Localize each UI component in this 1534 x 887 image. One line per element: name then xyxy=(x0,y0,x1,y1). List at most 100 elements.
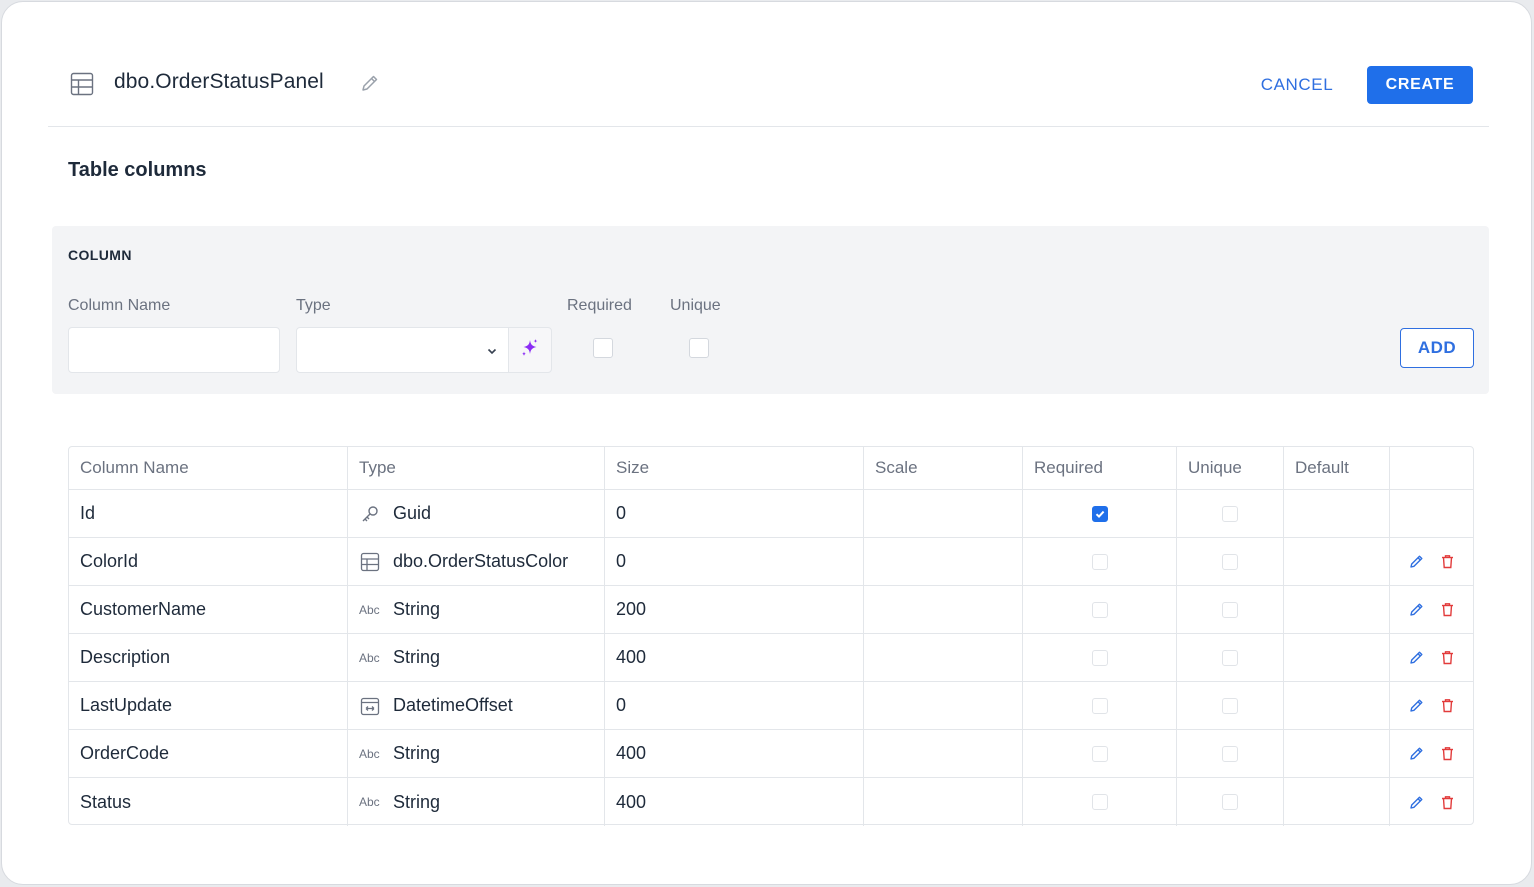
header-column-name[interactable]: Column Name xyxy=(69,447,348,489)
unique-checkbox[interactable] xyxy=(1222,794,1238,810)
header-size[interactable]: Size xyxy=(605,447,864,489)
cell-type-label: dbo.OrderStatusColor xyxy=(393,551,569,571)
unique-label: Unique xyxy=(670,297,721,314)
edit-title-pencil-icon[interactable] xyxy=(360,73,380,93)
header-scale[interactable]: Scale xyxy=(864,447,1023,489)
unique-checkbox[interactable] xyxy=(689,338,709,358)
header-unique[interactable]: Unique xyxy=(1177,447,1284,489)
cell-actions xyxy=(1390,634,1473,681)
cell-size: 400 xyxy=(605,778,864,826)
cell-size: 400 xyxy=(605,634,864,681)
table-row: Id Guid 0 xyxy=(69,490,1473,538)
cell-size: 0 xyxy=(605,682,864,729)
section-title: Table columns xyxy=(68,159,207,181)
cell-required xyxy=(1023,682,1177,729)
cell-default xyxy=(1284,682,1390,729)
column-name-input[interactable] xyxy=(68,327,280,373)
cell-scale xyxy=(864,730,1023,777)
delete-row-trash-icon[interactable] xyxy=(1439,745,1456,762)
delete-row-trash-icon[interactable] xyxy=(1439,601,1456,618)
table-row: LastUpdate DatetimeOffset 0 xyxy=(69,682,1473,730)
unique-checkbox[interactable] xyxy=(1222,745,1238,762)
required-checkbox[interactable] xyxy=(1091,745,1108,762)
cell-required xyxy=(1023,730,1177,777)
cell-type: Abc String xyxy=(348,634,605,681)
cell-actions xyxy=(1390,538,1473,585)
required-checkbox[interactable] xyxy=(593,338,613,358)
abc-icon: Abc xyxy=(359,746,380,761)
cell-column-name: Description xyxy=(69,634,348,681)
cell-type-label: String xyxy=(393,647,441,667)
create-button[interactable]: CREATE xyxy=(1367,66,1473,104)
edit-row-pencil-icon[interactable] xyxy=(1408,745,1425,762)
cell-type-label: DatetimeOffset xyxy=(393,695,513,715)
delete-row-trash-icon[interactable] xyxy=(1439,697,1456,714)
key-icon xyxy=(359,503,381,525)
cell-type: Abc String xyxy=(348,586,605,633)
abc-icon: Abc xyxy=(359,795,380,809)
cell-actions xyxy=(1390,730,1473,777)
cancel-button[interactable]: CANCEL xyxy=(1242,66,1352,104)
edit-row-pencil-icon[interactable] xyxy=(1408,794,1425,811)
unique-checkbox[interactable] xyxy=(1222,649,1238,666)
edit-row-pencil-icon[interactable] xyxy=(1408,601,1425,618)
edit-row-pencil-icon[interactable] xyxy=(1408,649,1425,666)
add-column-button[interactable]: ADD xyxy=(1400,328,1474,368)
table-row: Description Abc String 400 xyxy=(69,634,1473,682)
unique-checkbox[interactable] xyxy=(1222,697,1238,714)
cell-scale xyxy=(864,682,1023,729)
header-default[interactable]: Default xyxy=(1284,447,1390,489)
cell-actions xyxy=(1390,682,1473,729)
unique-checkbox[interactable] xyxy=(1222,505,1238,522)
cell-default xyxy=(1284,730,1390,777)
edit-row-pencil-icon[interactable] xyxy=(1408,553,1425,570)
cell-unique xyxy=(1177,490,1284,537)
table-row: ColorId dbo.OrderStatusColor 0 xyxy=(69,538,1473,586)
header-required[interactable]: Required xyxy=(1023,447,1177,489)
cell-default xyxy=(1284,538,1390,585)
cell-type: Abc String xyxy=(348,778,605,826)
cell-type-label: String xyxy=(393,743,441,763)
cell-type: Guid xyxy=(348,490,605,537)
delete-row-trash-icon[interactable] xyxy=(1439,649,1456,666)
column-form-label: COLUMN xyxy=(68,247,132,263)
cell-type: dbo.OrderStatusColor xyxy=(348,538,605,585)
cell-type: Abc String xyxy=(348,730,605,777)
cell-type-label: String xyxy=(393,791,441,812)
edit-row-pencil-icon[interactable] xyxy=(1408,697,1425,714)
table-row: OrderCode Abc String 400 xyxy=(69,730,1473,778)
cell-unique xyxy=(1177,586,1284,633)
required-checkbox[interactable] xyxy=(1091,601,1108,618)
cell-unique xyxy=(1177,778,1284,826)
cell-column-name: ColorId xyxy=(69,538,348,585)
cell-unique xyxy=(1177,538,1284,585)
ai-suggest-button[interactable] xyxy=(508,327,552,373)
required-checkbox[interactable] xyxy=(1091,553,1108,570)
cell-default xyxy=(1284,586,1390,633)
required-checkbox[interactable] xyxy=(1091,697,1108,714)
cell-size: 400 xyxy=(605,730,864,777)
unique-checkbox[interactable] xyxy=(1222,601,1238,618)
cell-column-name: CustomerName xyxy=(69,586,348,633)
unique-checkbox[interactable] xyxy=(1222,553,1238,570)
cell-required xyxy=(1023,778,1177,826)
cell-type-label: String xyxy=(393,599,441,619)
required-checkbox[interactable] xyxy=(1091,649,1108,666)
cell-scale xyxy=(864,538,1023,585)
cell-required xyxy=(1023,634,1177,681)
cell-unique xyxy=(1177,682,1284,729)
cell-column-name: Status xyxy=(69,778,348,826)
delete-row-trash-icon[interactable] xyxy=(1439,794,1456,811)
header-actions xyxy=(1390,447,1473,489)
table-row: Status Abc String 400 xyxy=(69,778,1473,826)
required-checkbox[interactable] xyxy=(1091,794,1108,810)
sparkles-icon xyxy=(519,337,541,364)
cell-column-name: Id xyxy=(69,490,348,537)
page-title: dbo.OrderStatusPanel xyxy=(114,70,324,93)
required-checkbox-checked[interactable] xyxy=(1091,505,1108,522)
cell-size: 200 xyxy=(605,586,864,633)
header-type[interactable]: Type xyxy=(348,447,605,489)
table-icon xyxy=(70,72,94,96)
delete-row-trash-icon[interactable] xyxy=(1439,553,1456,570)
type-select[interactable] xyxy=(296,327,509,373)
